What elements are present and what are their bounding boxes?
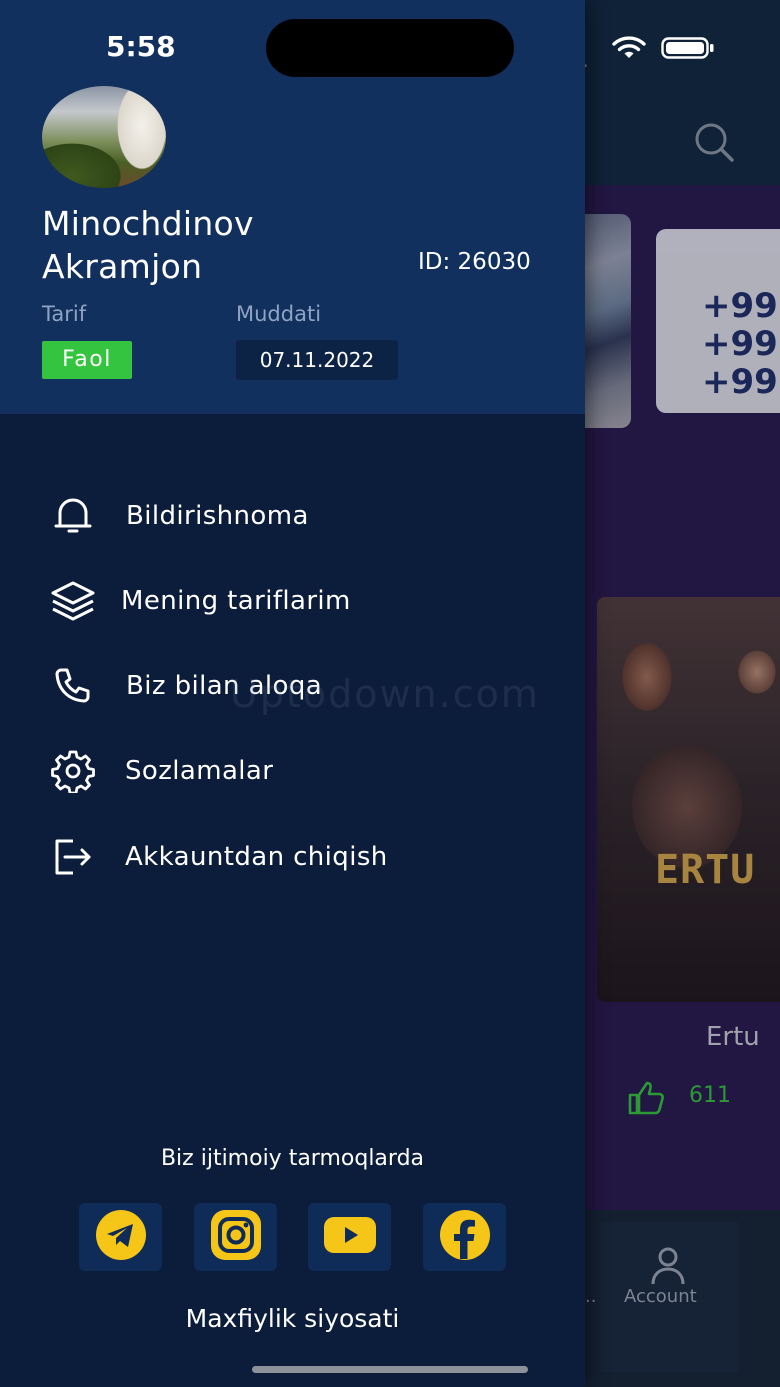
menu-item-notifications[interactable]: Bildirishnoma: [0, 481, 585, 551]
thumbs-up-icon[interactable]: [627, 1080, 667, 1116]
phone-banner-card[interactable]: +99 +99 +99: [656, 229, 780, 413]
tab-account-label: Account: [624, 1286, 697, 1307]
user-name: Minochdinov Akramjon: [42, 202, 254, 288]
tariff-label: Tarif: [42, 302, 87, 326]
profile-header: 5:58 Minochdinov Akramjon ID: 26030 Tari…: [0, 0, 585, 414]
phone-line: +99: [702, 286, 778, 326]
instagram-button[interactable]: [194, 1203, 277, 1271]
dynamic-island: [266, 19, 514, 77]
bell-icon: [48, 494, 98, 538]
background-top-bar: [585, 0, 780, 185]
privacy-policy-link[interactable]: Maxfiylik siyosati: [0, 1304, 585, 1333]
facebook-icon: [439, 1209, 491, 1265]
facebook-button[interactable]: [423, 1203, 506, 1271]
instagram-icon: [210, 1209, 262, 1265]
expiry-date: 07.11.2022: [236, 340, 398, 380]
tab-label-truncated: ..: [585, 1286, 597, 1307]
user-icon: [650, 1246, 686, 1286]
menu-item-settings[interactable]: Sozlamalar: [0, 736, 585, 806]
user-last-name: Akramjon: [42, 247, 203, 286]
avatar[interactable]: [42, 86, 166, 188]
logout-icon: [48, 835, 98, 879]
watermark: Uptodown.com: [230, 672, 540, 716]
series-poster[interactable]: ERTU: [597, 597, 780, 1002]
social-links: [79, 1203, 509, 1271]
likes-count: 611: [689, 1083, 731, 1108]
battery-icon: [661, 37, 715, 59]
phone-line: +99: [702, 324, 778, 364]
phone-line: +99: [702, 362, 778, 402]
menu-label: Akkauntdan chiqish: [125, 842, 388, 872]
wifi-icon: [612, 36, 646, 60]
telegram-button[interactable]: [79, 1203, 162, 1271]
layers-icon: [48, 579, 98, 623]
menu-label: Mening tariflarim: [121, 586, 351, 616]
home-indicator: [252, 1366, 528, 1373]
search-icon[interactable]: [692, 120, 736, 164]
status-badge: Faol: [42, 341, 132, 379]
gear-icon: [48, 749, 98, 793]
status-time: 5:58: [106, 30, 176, 63]
menu-label: Bildirishnoma: [126, 501, 309, 531]
menu-item-logout[interactable]: Akkauntdan chiqish: [0, 822, 585, 892]
menu-item-my-tariffs[interactable]: Mening tariflarim: [0, 566, 585, 636]
youtube-button[interactable]: [308, 1203, 391, 1271]
telegram-icon: [95, 1209, 147, 1265]
duration-label: Muddati: [236, 302, 322, 326]
user-first-name: Minochdinov: [42, 204, 254, 243]
poster-title: ERTU: [655, 847, 756, 893]
menu-label: Sozlamalar: [125, 756, 274, 786]
series-title: Ertu: [706, 1022, 760, 1052]
phone-icon: [48, 664, 98, 708]
user-id: ID: 26030: [418, 249, 531, 275]
youtube-icon: [323, 1215, 377, 1259]
navigation-drawer: 5:58 Minochdinov Akramjon ID: 26030 Tari…: [0, 0, 585, 1387]
social-title: Biz ijtimoiy tarmoqlarda: [160, 1146, 425, 1171]
